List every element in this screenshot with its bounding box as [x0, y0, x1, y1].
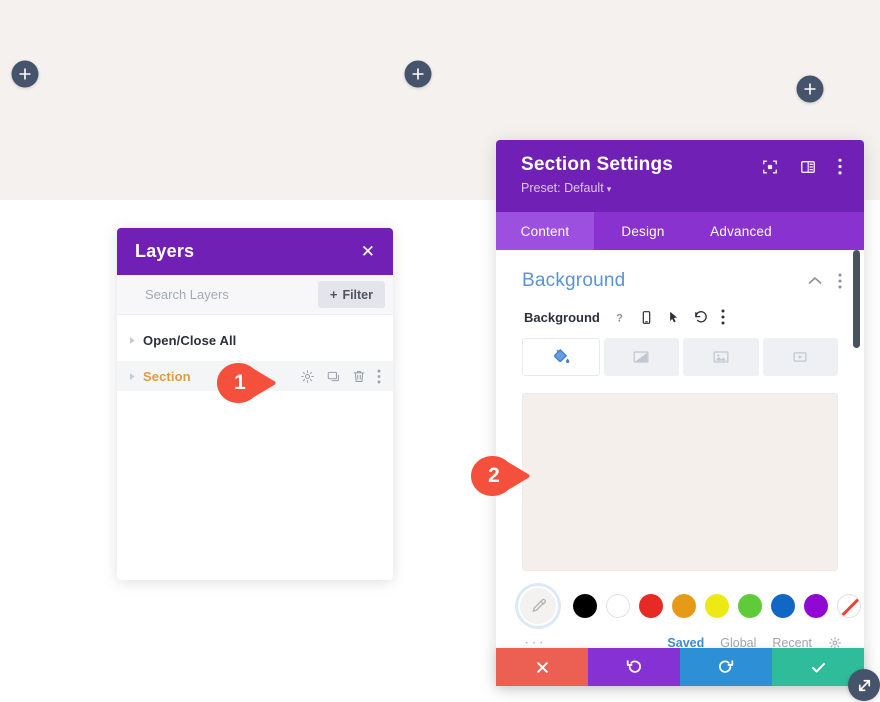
swatch-purple[interactable]: [804, 594, 828, 618]
gear-icon[interactable]: [300, 369, 315, 384]
add-section-button-center[interactable]: [404, 60, 432, 88]
undo-icon: [626, 660, 642, 673]
swatch-green[interactable]: [738, 594, 762, 618]
background-type-tabs: [522, 338, 838, 376]
background-image-tab[interactable]: [683, 338, 759, 376]
step-number: 1: [234, 371, 246, 394]
panel-header-icons: [762, 158, 842, 175]
expand-icon[interactable]: [762, 159, 778, 175]
chevron-right-icon[interactable]: [129, 372, 143, 381]
add-section-button-right[interactable]: [796, 75, 824, 103]
redo-icon: [718, 660, 734, 673]
step-badge-1: 1: [214, 362, 280, 404]
layers-search-row: + Filter: [117, 275, 393, 315]
swatch-yellow[interactable]: [705, 594, 729, 618]
background-section-heading-icons: [808, 273, 842, 289]
preset-label: Preset: Default: [521, 181, 604, 195]
background-color-preview[interactable]: [522, 393, 838, 571]
help-icon[interactable]: ?: [612, 310, 627, 325]
trash-icon[interactable]: [352, 369, 366, 384]
kebab-menu-icon[interactable]: [377, 369, 381, 384]
hover-icon[interactable]: [666, 310, 681, 325]
plus-icon: [412, 68, 424, 80]
reset-icon[interactable]: [693, 309, 709, 325]
eyedropper-icon[interactable]: [518, 586, 558, 626]
preset-selector[interactable]: Preset: Default ▾: [521, 181, 846, 195]
layer-label: Section: [143, 368, 191, 384]
section-settings-panel: Section Settings Preset: Default ▾ Conte…: [496, 140, 864, 686]
swatch-orange[interactable]: [672, 594, 696, 618]
step-number: 2: [488, 464, 500, 487]
color-swatch-row: [518, 586, 864, 626]
settings-tabs: Content Design Advanced: [496, 212, 864, 250]
section-settings-header: Section Settings Preset: Default ▾: [496, 140, 864, 212]
plus-icon: [804, 83, 816, 95]
chevron-down-icon: ▾: [606, 184, 612, 194]
search-layers-input[interactable]: [145, 287, 315, 302]
step-badge-2: 2: [468, 455, 534, 497]
redo-button[interactable]: [680, 648, 772, 686]
background-section-heading: Background: [522, 270, 626, 291]
tab-content[interactable]: Content: [496, 212, 594, 250]
video-icon: [793, 352, 807, 362]
duplicate-icon[interactable]: [326, 369, 341, 384]
settings-body: Background Background ? ··· Saved Global…: [496, 250, 864, 662]
background-video-tab[interactable]: [762, 338, 838, 376]
image-icon: [713, 351, 729, 363]
layers-panel-header: Layers ✕: [117, 228, 393, 275]
background-field-label: Background: [524, 309, 600, 325]
swatch-black[interactable]: [573, 594, 597, 618]
background-gradient-tab[interactable]: [603, 338, 679, 376]
kebab-menu-icon[interactable]: [721, 309, 725, 325]
tab-design[interactable]: Design: [594, 212, 692, 250]
settings-scrollbar[interactable]: [853, 250, 860, 348]
mobile-icon[interactable]: [639, 310, 654, 325]
resize-handle-icon[interactable]: [848, 669, 880, 701]
tab-advanced[interactable]: Advanced: [692, 212, 790, 250]
chevron-right-icon[interactable]: [129, 336, 143, 345]
filter-button[interactable]: + Filter: [317, 281, 385, 308]
layer-row-open-close-all[interactable]: Open/Close All: [117, 323, 393, 357]
cancel-button[interactable]: [496, 648, 588, 686]
add-section-button-left[interactable]: [11, 60, 39, 88]
layout-icon[interactable]: [800, 159, 816, 175]
filter-button-label: Filter: [342, 287, 373, 302]
gradient-icon: [633, 351, 649, 363]
close-icon: [536, 661, 548, 673]
layers-panel: Layers ✕ + Filter Open/Close All Section: [117, 228, 393, 580]
layers-panel-title: Layers: [135, 241, 195, 261]
swatch-white[interactable]: [606, 594, 630, 618]
pin-shape: [471, 456, 530, 496]
pin-shape: [217, 363, 276, 403]
layer-label: Open/Close All: [143, 332, 237, 348]
chevron-up-icon[interactable]: [808, 276, 822, 286]
checkmark-icon: [811, 662, 825, 673]
close-icon[interactable]: ✕: [361, 243, 375, 260]
undo-button[interactable]: [588, 648, 680, 686]
editor-canvas: Layers ✕ + Filter Open/Close All Section: [0, 0, 880, 702]
swatch-red[interactable]: [639, 594, 663, 618]
settings-action-bar: [496, 648, 864, 686]
swatch-blue[interactable]: [771, 594, 795, 618]
background-section-heading-row: Background: [496, 250, 864, 292]
background-field-row: Background ?: [496, 292, 864, 325]
plus-icon: [19, 68, 31, 80]
kebab-menu-icon[interactable]: [838, 273, 842, 289]
layer-row-actions: [300, 361, 381, 391]
background-color-tab[interactable]: [522, 338, 600, 376]
diagonal-arrows-icon: [858, 679, 870, 691]
kebab-menu-icon[interactable]: [838, 158, 842, 175]
paint-bucket-icon: [553, 349, 570, 363]
swatch-transparent[interactable]: [837, 594, 861, 618]
plus-icon: +: [329, 287, 338, 302]
svg-text:?: ?: [616, 312, 623, 324]
